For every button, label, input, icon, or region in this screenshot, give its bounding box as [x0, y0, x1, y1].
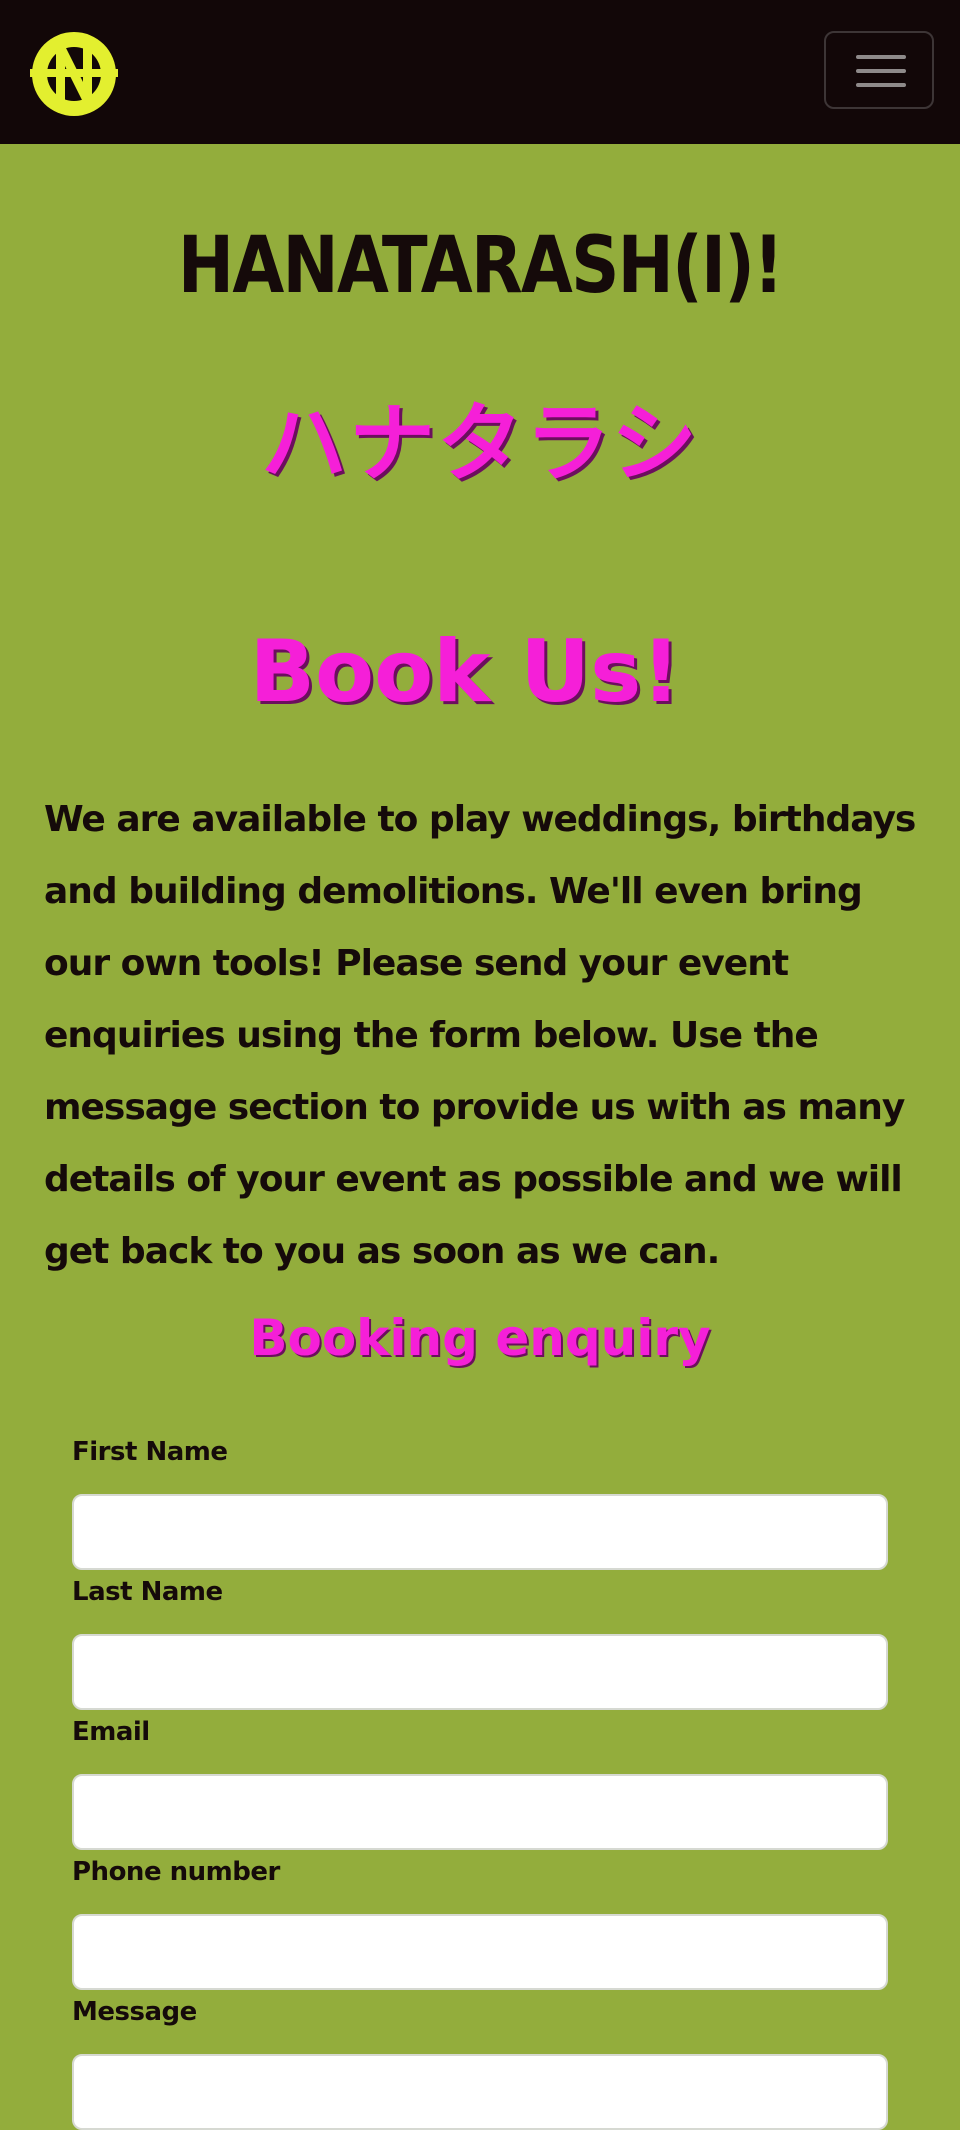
email-input[interactable]	[72, 1774, 888, 1850]
hamburger-icon	[856, 83, 906, 87]
hamburger-icon	[856, 55, 906, 59]
book-us-heading: Book Us!	[249, 622, 681, 722]
booking-intro-text: We are available to play weddings, birth…	[44, 799, 916, 1272]
band-logo-icon[interactable]	[26, 28, 122, 120]
first-name-label: First Name	[72, 1437, 228, 1467]
navbar	[0, 0, 960, 144]
last-name-input[interactable]	[72, 1634, 888, 1710]
menu-toggle-button[interactable]	[824, 31, 934, 109]
hamburger-icon	[856, 69, 906, 73]
band-katakana-title: ハナタラシ	[260, 394, 700, 494]
email-label: Email	[72, 1717, 150, 1747]
message-input[interactable]	[72, 2054, 888, 2130]
booking-form-title: Booking enquiry	[249, 1309, 711, 1367]
band-title: HANATARASH(I)!	[177, 221, 784, 311]
last-name-label: Last Name	[72, 1577, 223, 1607]
phone-input[interactable]	[72, 1914, 888, 1990]
phone-label: Phone number	[72, 1857, 280, 1887]
first-name-input[interactable]	[72, 1494, 888, 1570]
message-label: Message	[72, 1997, 197, 2027]
